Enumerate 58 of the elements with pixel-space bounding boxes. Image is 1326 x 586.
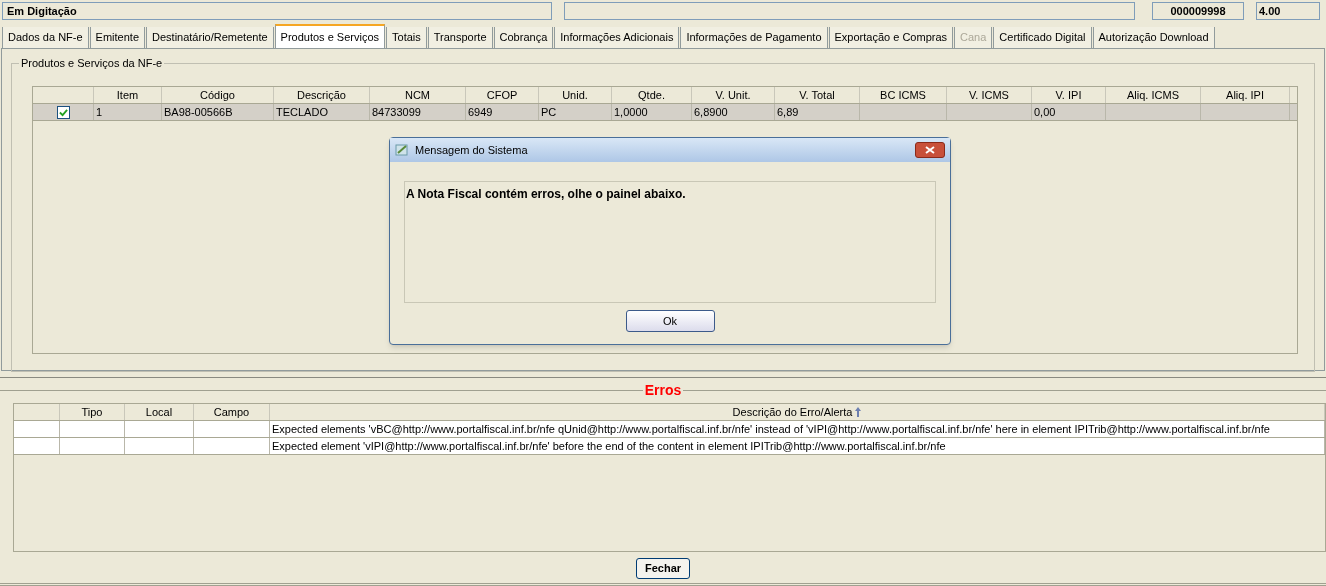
table-cell: BA98-00566B xyxy=(162,104,274,120)
column-header[interactable]: V. Total xyxy=(775,87,860,103)
column-header[interactable]: Local xyxy=(125,404,194,420)
dialog-message: A Nota Fiscal contém erros, olhe o painel abaixo. xyxy=(406,186,687,203)
table-cell: 6,89 xyxy=(775,104,860,120)
checkbox[interactable] xyxy=(56,105,70,119)
column-header[interactable]: Descrição xyxy=(274,87,370,103)
tab[interactable]: Dados da NF-e xyxy=(2,27,89,48)
tab[interactable]: Destinatário/Remetente xyxy=(146,27,274,48)
column-header[interactable]: V. IPI xyxy=(1032,87,1106,103)
column-header[interactable]: Código xyxy=(162,87,274,103)
column-header[interactable]: Campo xyxy=(194,404,270,420)
table-cell: PC xyxy=(539,104,612,120)
column-header[interactable]: Tipo xyxy=(60,404,125,420)
tab[interactable]: Transporte xyxy=(427,27,493,48)
column-header[interactable]: Qtde. xyxy=(612,87,692,103)
version-field: 4.00 xyxy=(1256,2,1320,20)
column-header[interactable]: CFOP xyxy=(466,87,539,103)
close-button[interactable]: Fechar xyxy=(635,558,691,579)
tab[interactable]: Cobrança xyxy=(493,27,554,48)
table-row[interactable]: 1 BA98-00566B TECLADO 84733099 6949 PC 1,0000 6,8900 6,89 0,00 xyxy=(33,104,1297,121)
table-cell: Expected element 'vIPI@http://www.portalfiscal.inf.br/nfe' before the end of the content in element IPITrib@http://www.portalfiscal.inf.br/nfe xyxy=(270,438,1325,454)
ok-button[interactable]: Ok xyxy=(625,310,715,332)
column-header[interactable]: V. Unit. xyxy=(692,87,775,103)
column-header[interactable]: BC ICMS xyxy=(860,87,947,103)
section-title: Erros xyxy=(643,380,683,400)
table-cell: 0,00 xyxy=(1032,104,1106,120)
tab[interactable]: Emitente xyxy=(89,27,145,48)
header-label: Descrição do Erro/Alerta xyxy=(732,405,853,420)
column-header[interactable]: Descrição do Erro/Alerta xyxy=(270,404,1325,420)
tab[interactable]: Exportação e Compras xyxy=(828,27,954,48)
table-cell: 1 xyxy=(94,104,162,120)
column-header[interactable]: V. ICMS xyxy=(947,87,1032,103)
tab[interactable]: Autorização Download xyxy=(1092,27,1215,48)
column-header[interactable]: Aliq. ICMS xyxy=(1106,87,1201,103)
tab[interactable]: Informações Adicionais xyxy=(554,27,680,48)
close-button[interactable] xyxy=(915,142,945,158)
table-cell: 1,0000 xyxy=(612,104,692,120)
close-icon xyxy=(925,146,935,154)
table-cell: Expected elements 'vBC@http://www.portalfiscal.inf.br/nfe qUnid@http://www.portalfiscal.inf.br/nfe' instead of 'vIPI@http://www.portalfiscal.inf.br/nfe' here in element IPITrib@http://www.portalfiscal.inf.br/nfe xyxy=(270,421,1325,437)
tab[interactable]: Produtos e Serviços xyxy=(274,24,385,48)
tab[interactable]: Certificado Digital xyxy=(993,27,1092,48)
column-header[interactable]: Unid. xyxy=(539,87,612,103)
dialog-title: Mensagem do Sistema xyxy=(415,142,529,158)
column-header[interactable]: Item xyxy=(94,87,162,103)
app-icon xyxy=(395,143,409,157)
number-field: 000009998 xyxy=(1152,2,1244,20)
column-header[interactable]: Aliq. IPI xyxy=(1201,87,1290,103)
tab[interactable]: Informações de Pagamento xyxy=(680,27,828,48)
table-cell: TECLADO xyxy=(274,104,370,120)
tab[interactable]: Totais xyxy=(386,27,427,48)
sort-arrow-icon xyxy=(855,407,862,417)
table-cell: 84733099 xyxy=(370,104,466,120)
table-cell: 6949 xyxy=(466,104,539,120)
table-cell: 6,8900 xyxy=(692,104,775,120)
column-header[interactable]: NCM xyxy=(370,87,466,103)
group-title: Produtos e Serviços da NF-e xyxy=(19,56,165,70)
status-field: Em Digitação xyxy=(2,2,552,20)
